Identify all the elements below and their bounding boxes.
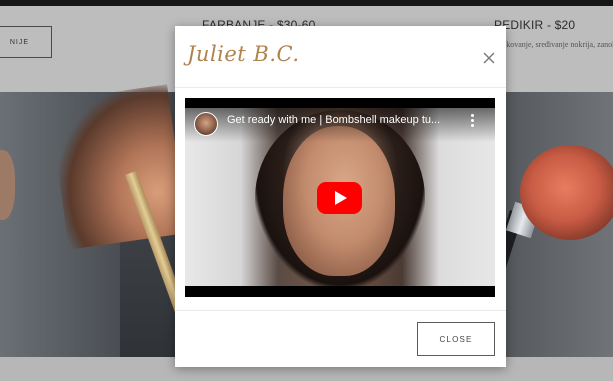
play-triangle	[335, 191, 347, 205]
close-button[interactable]: CLOSE	[417, 322, 495, 356]
channel-avatar[interactable]	[194, 112, 218, 136]
video-title[interactable]: Get ready with me | Bombshell makeup tu.…	[227, 114, 457, 126]
youtube-video-player[interactable]: Get ready with me | Bombshell makeup tu.…	[185, 98, 495, 297]
video-modal: Juliet B.C. Get ready with me | Bombshel…	[175, 26, 506, 367]
modal-title: Juliet B.C.	[187, 42, 300, 66]
youtube-play-icon[interactable]	[317, 182, 362, 214]
close-x-icon[interactable]	[479, 48, 499, 68]
close-x-glyph	[483, 52, 495, 64]
modal-header-divider	[175, 87, 506, 88]
kebab-menu-icon[interactable]	[467, 113, 477, 129]
modal-footer-divider	[175, 310, 506, 311]
